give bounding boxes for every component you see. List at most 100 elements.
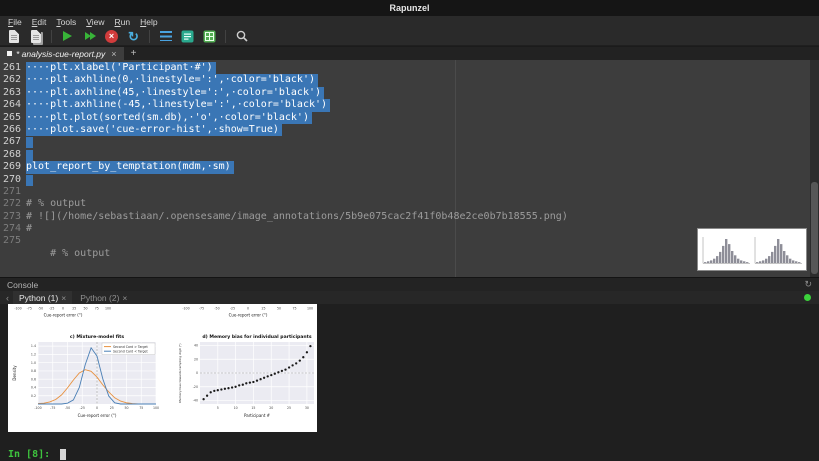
svg-text:-20: -20 — [193, 385, 198, 389]
new-file-button[interactable] — [4, 28, 23, 45]
code-line[interactable]: 262 ····plt.axhline(0,·linestyle=':',·col… — [0, 74, 810, 87]
code-line[interactable]: 273 # ![](/home/sebastiaan/.opensesame/im… — [0, 211, 810, 223]
svg-text:5: 5 — [217, 406, 219, 410]
svg-text:Memory bias towards tempting d: Memory bias towards tempting digit (°) — [178, 343, 182, 402]
code-line[interactable]: 267 — [0, 136, 810, 149]
svg-text:0: 0 — [247, 307, 249, 311]
svg-text:Cue-report error (°): Cue-report error (°) — [229, 313, 268, 318]
line-number: 263 — [2, 86, 21, 98]
code-line[interactable]: 264 ····plt.axhline(-45,·linestyle=':',·c… — [0, 99, 810, 112]
console-figure-image: -100 -75 -50 -25 0 25 50 75 100 Cue-report error … — [8, 304, 317, 432]
line-number: 261 — [2, 62, 21, 73]
console-panel-header: Console ↻ — [0, 278, 819, 291]
console-lines-icon — [159, 31, 172, 41]
line-number: 274 — [2, 223, 21, 235]
svg-text:-100: -100 — [34, 406, 41, 410]
toolbar-separator — [51, 29, 52, 43]
toolbar-separator — [225, 29, 226, 43]
svg-text:100: 100 — [153, 406, 159, 410]
code-line[interactable]: 269 plot_report_by_temptation(mdm,·sm) — [0, 161, 810, 174]
code-editor[interactable]: 261 ····plt.xlabel('Participant·#') 262 ··… — [0, 60, 810, 277]
refresh-icon[interactable]: ↻ — [804, 279, 812, 290]
run-file-button[interactable] — [58, 28, 77, 45]
text-cursor — [60, 448, 67, 460]
console-input[interactable]: In [8]: — [0, 447, 819, 461]
line-number: 268 — [2, 148, 21, 160]
console-prompt: In [8]: — [8, 448, 57, 460]
code-line[interactable]: 271 — [0, 186, 810, 198]
run-selection-button[interactable] — [80, 28, 99, 45]
svg-text:1.0: 1.0 — [31, 361, 36, 365]
svg-text:-25: -25 — [80, 406, 85, 410]
code-line[interactable]: 263 ····plt.axhline(45,·linestyle=':',·co… — [0, 86, 810, 100]
search-icon — [236, 30, 248, 42]
code-line[interactable]: # % output — [0, 248, 810, 260]
code-line[interactable]: 274 # — [0, 223, 810, 235]
menu-tools[interactable]: Tools — [51, 17, 81, 27]
menu-view[interactable]: View — [81, 17, 109, 27]
svg-text:25: 25 — [261, 307, 265, 311]
svg-text:Cue-report error (°): Cue-report error (°) — [44, 313, 83, 318]
svg-text:100: 100 — [105, 307, 111, 311]
svg-text:c) Mixture-model fits: c) Mixture-model fits — [70, 334, 124, 340]
code-line[interactable]: 265 ····plt.plot(sorted(sm.db),·'o',·colo… — [0, 111, 810, 124]
console-output[interactable]: -100 -75 -50 -25 0 25 50 75 100 Cue-report error … — [0, 304, 819, 447]
code-line[interactable]: 270 — [0, 174, 810, 186]
svg-text:d) Memory bias for individual: d) Memory bias for individual participan… — [202, 334, 311, 340]
toolbar: × ↻ — [0, 27, 819, 46]
tab-analysis-cue-report[interactable]: * analysis-cue-report.py × — [0, 47, 124, 60]
run-cell-icon — [181, 30, 194, 42]
search-button[interactable] — [232, 28, 251, 45]
svg-text:-100: -100 — [14, 307, 21, 311]
titlebar: Rapunzel — [0, 0, 819, 16]
svg-text:-25: -25 — [230, 307, 235, 311]
svg-text:-25: -25 — [49, 307, 54, 311]
code-text: ····plt.axhline(0,·linestyle=':',·color=… — [26, 74, 318, 87]
chevron-left-icon[interactable]: ‹ — [4, 293, 11, 303]
scrollbar-handle[interactable] — [811, 182, 818, 274]
code-text: # ![](/home/sebastiaan/.opensesame/image… — [26, 210, 568, 222]
variable-inspector-button[interactable] — [200, 28, 219, 45]
close-icon[interactable]: × — [122, 293, 127, 303]
code-text: plot_report_by_temptation(mdm,·sm) — [26, 161, 234, 174]
svg-text:15: 15 — [251, 406, 255, 410]
svg-text:-100: -100 — [182, 307, 189, 311]
svg-text:-50: -50 — [214, 307, 219, 311]
new-file-icon — [8, 29, 19, 43]
tab-close-icon[interactable]: × — [111, 49, 116, 59]
stop-kernel-button[interactable]: × — [102, 28, 121, 45]
code-line[interactable]: 268 — [0, 149, 810, 161]
svg-text:Cue-report error (°): Cue-report error (°) — [78, 413, 117, 418]
line-number: 266 — [2, 123, 21, 135]
line-number: 273 — [2, 210, 21, 222]
new-tab-button[interactable]: + — [124, 47, 144, 60]
toggle-console-button[interactable] — [156, 28, 175, 45]
svg-text:-50: -50 — [65, 406, 70, 410]
svg-text:20: 20 — [269, 406, 273, 410]
svg-text:75: 75 — [292, 307, 296, 311]
line-number: 271 — [2, 185, 21, 197]
menu-run[interactable]: Run — [110, 17, 136, 27]
close-icon[interactable]: × — [61, 293, 66, 303]
svg-text:0: 0 — [196, 371, 198, 375]
svg-text:0.8: 0.8 — [31, 369, 36, 373]
code-line[interactable]: 261 ····plt.xlabel('Participant·#') — [0, 62, 810, 75]
menu-file[interactable]: File — [3, 17, 27, 27]
svg-text:-75: -75 — [199, 307, 204, 311]
menu-edit[interactable]: Edit — [27, 17, 52, 27]
run-cell-button[interactable] — [178, 28, 197, 45]
svg-text:75: 75 — [95, 307, 99, 311]
console-tab-python-2[interactable]: Python (2) × — [74, 291, 133, 304]
line-number: 265 — [2, 111, 21, 123]
svg-text:1.2: 1.2 — [31, 353, 36, 357]
open-file-button[interactable] — [26, 28, 45, 45]
svg-text:0.6: 0.6 — [31, 377, 36, 381]
code-line[interactable]: 266 ····plot.save('cue-error-hist',·show=… — [0, 123, 810, 137]
code-line[interactable]: 275 — [0, 235, 810, 247]
code-line[interactable]: 272 # % output — [0, 198, 810, 210]
restart-kernel-button[interactable]: ↻ — [124, 28, 143, 45]
editor-scrollbar[interactable] — [810, 60, 819, 277]
svg-text:40: 40 — [194, 344, 198, 348]
menu-help[interactable]: Help — [135, 17, 162, 27]
console-tab-python-1[interactable]: Python (1) × — [13, 291, 73, 304]
